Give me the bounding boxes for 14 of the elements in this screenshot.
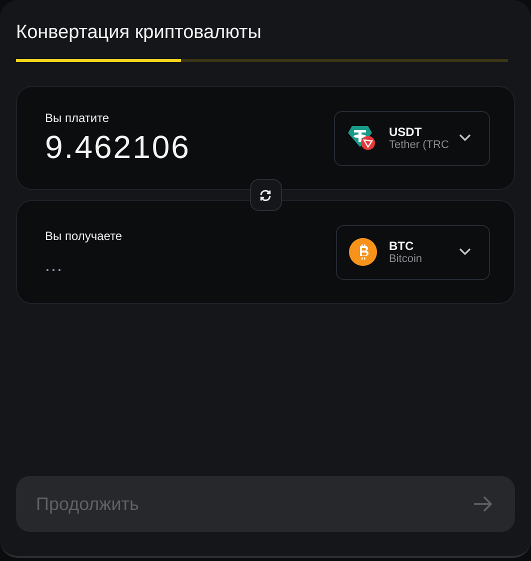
tether-icon [347,125,377,151]
card-label: Вы получаете [45,228,122,242]
currency-selector[interactable]: USDT Tether (TRC [334,110,490,166]
amount-text: 9.462106 [45,128,190,166]
swap-icon [259,188,272,202]
chevron-down-icon [459,248,471,256]
panel-title: Конвертация криптовалюты [16,22,262,44]
chevron-down-icon [459,134,471,142]
card-label: Вы платите [45,110,110,124]
currency-selector[interactable]: BTC Bitcoin [336,224,490,280]
swap-button[interactable] [250,179,282,211]
amount-text: ... [45,254,64,276]
bitcoin-icon [349,238,377,266]
arrow-right-icon [473,496,493,512]
